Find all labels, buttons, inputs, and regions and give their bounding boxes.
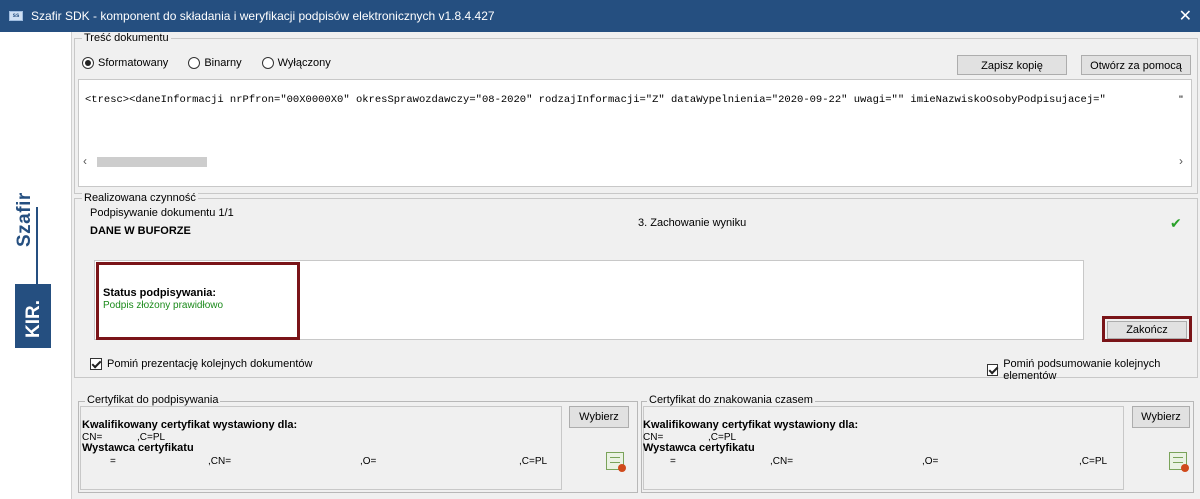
szafir-logo: Szafir bbox=[14, 192, 35, 247]
horizontal-scrollbar[interactable]: ‹ › bbox=[79, 154, 1191, 170]
skip-summary-row: Pomiń podsumowanie kolejnych elementów bbox=[987, 358, 1200, 382]
radio-sformatowany[interactable] bbox=[82, 57, 94, 69]
signing-issuer-eq: = bbox=[110, 456, 116, 467]
signing-issuer-cn: ,CN= bbox=[208, 456, 232, 467]
radio-label-binarny: Binarny bbox=[204, 57, 242, 69]
radio-label-wylaczony: Wyłączony bbox=[277, 57, 331, 69]
radio-wylaczony[interactable] bbox=[261, 57, 274, 69]
signing-issuer-c: ,C=PL bbox=[519, 456, 548, 467]
signing-issuer-o: ,O= bbox=[360, 456, 377, 467]
timestamp-choose-button[interactable]: Wybierz bbox=[1132, 406, 1190, 428]
signing-progress: Podpisywanie dokumentu 1/1 bbox=[90, 207, 234, 219]
finish-highlight bbox=[1102, 316, 1192, 342]
document-group-label: Treść dokumentu bbox=[82, 32, 171, 44]
window-title: Szafir SDK - komponent do składania i we… bbox=[31, 9, 495, 23]
step-done-check-icon: ✔ bbox=[1170, 215, 1182, 231]
main-panel: Treść dokumentu Sformatowany Binarny Wył… bbox=[72, 32, 1200, 499]
timestamp-issuer-eq: = bbox=[670, 456, 676, 467]
skip-presentation-checkbox[interactable] bbox=[90, 358, 102, 370]
radio-binarny[interactable] bbox=[188, 57, 201, 69]
title-bar: ss Szafir SDK - komponent do składania i… bbox=[0, 0, 1200, 32]
skip-summary-checkbox[interactable] bbox=[987, 364, 999, 376]
close-icon[interactable]: ✕ bbox=[1179, 6, 1192, 26]
step-label: 3. Zachowanie wyniku bbox=[638, 217, 747, 229]
document-content-area[interactable]: <tresc><daneInformacji nrPfron="00X0000X… bbox=[78, 79, 1192, 187]
radio-label-sformatowany: Sformatowany bbox=[98, 57, 169, 69]
signing-issuer-label: Wystawca certyfikatu bbox=[82, 442, 194, 454]
xml-tail: " bbox=[1179, 94, 1183, 106]
brand-strip: Szafir KIR. bbox=[0, 32, 72, 499]
buffer-label: DANE W BUFORZE bbox=[90, 225, 191, 237]
save-copy-button[interactable]: Zapisz kopię bbox=[957, 55, 1067, 75]
scroll-left-icon[interactable]: ‹ bbox=[83, 154, 87, 168]
signing-cert-group-label: Certyfikat do podpisywania bbox=[85, 394, 221, 406]
skip-presentation-row: Pomiń prezentację kolejnych dokumentów bbox=[90, 358, 312, 370]
kir-logo: KIR. bbox=[23, 300, 44, 338]
timestamp-issuer-cn: ,CN= bbox=[770, 456, 794, 467]
skip-presentation-label: Pomiń prezentację kolejnych dokumentów bbox=[107, 358, 313, 370]
signing-certificate-icon[interactable] bbox=[606, 452, 626, 472]
skip-summary-label: Pomiń podsumowanie kolejnych elementów bbox=[1003, 358, 1161, 382]
timestamp-certificate-icon[interactable] bbox=[1169, 452, 1189, 472]
timestamp-qualified-label: Kwalifikowany certyfikat wystawiony dla: bbox=[643, 419, 859, 431]
timestamp-cert-group-label: Certyfikat do znakowania czasem bbox=[647, 394, 815, 406]
status-highlight bbox=[96, 262, 300, 340]
timestamp-issuer-label: Wystawca certyfikatu bbox=[643, 442, 755, 454]
app-icon: ss bbox=[9, 11, 23, 21]
scroll-right-icon[interactable]: › bbox=[1179, 154, 1183, 168]
timestamp-issuer-c: ,C=PL bbox=[1079, 456, 1108, 467]
open-with-button[interactable]: Otwórz za pomocą bbox=[1081, 55, 1191, 75]
document-mode-radios: Sformatowany Binarny Wyłączony bbox=[82, 57, 347, 69]
xml-content: <tresc><daneInformacji nrPfron="00X0000X… bbox=[85, 94, 1106, 106]
activity-group-label: Realizowana czynność bbox=[82, 192, 198, 204]
timestamp-issuer-o: ,O= bbox=[922, 456, 939, 467]
signing-choose-button[interactable]: Wybierz bbox=[569, 406, 629, 428]
scrollbar-thumb[interactable] bbox=[97, 157, 207, 167]
signing-qualified-label: Kwalifikowany certyfikat wystawiony dla: bbox=[82, 419, 298, 431]
